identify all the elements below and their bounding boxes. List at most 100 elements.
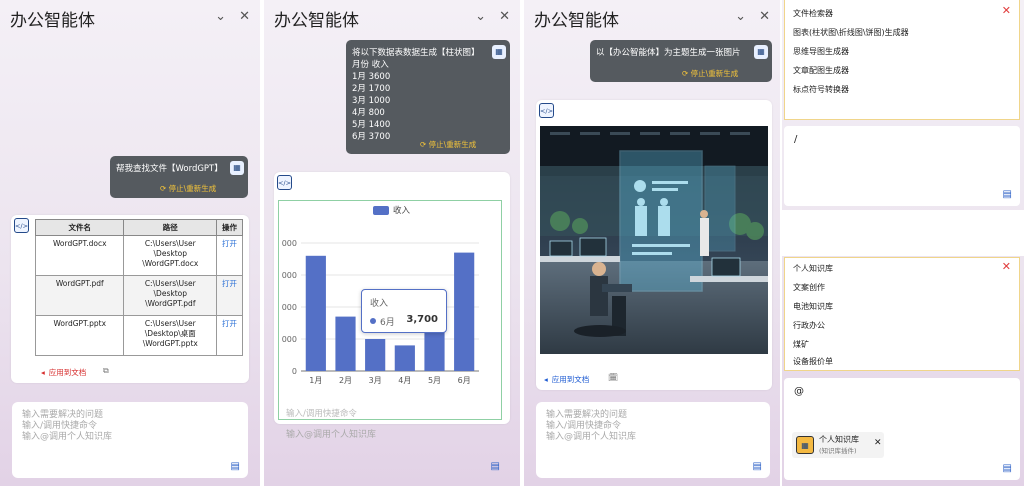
menu-item-file-search[interactable]: 文件检索器 [793,8,833,19]
bar[interactable] [454,252,475,371]
x-tick-label: 3月 [369,376,382,385]
table-header: 操作 [216,219,243,236]
tooltip-value: 3,700 [406,314,438,325]
stop-regenerate-button[interactable]: ⟳ 停止\重新生成 [160,183,216,195]
chevron-down-icon[interactable]: ⌄ [215,9,226,24]
panel-commands: ✕ 文件检索器 图表(柱状图\折线图\饼图)生成器 思维导图生成器 文章配图生成… [782,0,1024,486]
panel-chart: 办公智能体 ⌄ ✕ 将以下数据表数据生成【柱状图】 月份 收入 1月 3600 2月 … [264,0,520,486]
apply-to-document-button[interactable]: ◂ 应用到文档 [41,367,86,378]
chart: 收入 0 000 000 000 000 1月 2月 3月 4月 5月 6月 收入 6月 3,700 [278,200,502,420]
copy-icon[interactable]: 🗓 [608,373,618,382]
file-name: WordGPT.pdf [34,275,125,316]
quick-command-menu: ✕ 文件检索器 图表(柱状图\折线图\饼图)生成器 思维导图生成器 文章配图生成… [784,0,1020,120]
input-placeholder: 输入@调用个人知识库 [286,430,377,440]
menu-item-personal-kb[interactable]: 个人知识库 [793,263,833,274]
input-value: @ [794,386,804,397]
user-message: 帮我查找文件【WordGPT】 ▦ ⟳ 停止\重新生成 [110,156,248,198]
copy-icon[interactable]: ⧉ [103,366,109,376]
menu-item-coal-mine[interactable]: 煤矿 [793,339,809,350]
code-icon: </> [14,218,29,233]
file-name: WordGPT.pptx [34,315,125,356]
input-placeholder: 输入需要解决的问题 输入/调用快捷命令 输入@调用个人知识库 [546,410,637,442]
robot-icon: ▦ [492,45,506,59]
stop-regenerate-button[interactable]: ⟳ 停止\重新生成 [682,68,738,80]
chevron-down-icon[interactable]: ⌄ [475,9,486,24]
open-file-link[interactable]: 打开 [222,239,237,248]
close-icon[interactable]: ✕ [1002,4,1011,17]
knowledge-base-menu: ✕ 个人知识库 文案创作 电池知识库 行政办公 煤矿 设备报价单 [784,257,1020,371]
chat-input[interactable]: 输入@调用个人知识库 ▤ [276,402,508,478]
y-tick-label: 000 [282,335,297,344]
close-icon[interactable]: ✕ [1002,260,1011,273]
bar[interactable] [365,339,386,371]
bar[interactable] [335,316,356,371]
page-title: 办公智能体 [274,11,359,31]
x-tick-label: 1月 [309,376,322,385]
table-row: WordGPT.pptx C:\Users\User \Desktop\桌面 \Wo… [34,315,243,356]
user-message-text: 将以下数据表数据生成【柱状图】 月份 收入 1月 3600 2月 1700 3月 100… [352,48,480,142]
chart-card: </> 收入 0 000 000 000 000 1月 2月 3月 4月 5月 6月 收入 6月 3… [274,172,510,424]
close-icon[interactable]: ✕ [239,9,250,24]
menu-item-illustration-generator[interactable]: 文章配图生成器 [793,65,849,76]
code-icon: </> [277,175,292,190]
file-path: C:\Users\User \Desktop \WordGPT.docx [123,235,218,276]
code-icon: </> [539,103,554,118]
x-tick-label: 6月 [458,376,471,385]
open-file-link[interactable]: 打开 [222,319,237,328]
close-icon[interactable]: ✕ [499,9,510,24]
chevron-down-icon[interactable]: ⌄ [735,9,746,24]
menu-item-copywriting[interactable]: 文案创作 [793,282,825,293]
stop-regenerate-button[interactable]: ⟳ 停止\重新生成 [420,139,476,151]
user-message: 将以下数据表数据生成【柱状图】 月份 收入 1月 3600 2月 1700 3月 100… [346,40,510,154]
menu-item-equipment-quote[interactable]: 设备报价单 [793,356,833,367]
chip-title: 个人知识库 [819,435,859,444]
menu-item-chart-generator[interactable]: 图表(柱状图\折线图\饼图)生成器 [793,27,909,38]
remove-chip-icon[interactable]: ✕ [874,438,882,448]
table-header: 文件名 [34,219,125,236]
y-tick-label: 0 [292,367,297,376]
x-tick-label: 5月 [428,376,441,385]
robot-icon: ▦ [754,45,768,59]
image-card: </> ◂ 应用到文档 🗓 [536,100,772,390]
menu-item-punctuation-converter[interactable]: 标点符号转换器 [793,84,849,95]
open-file-link[interactable]: 打开 [222,279,237,288]
page-title: 办公智能体 [534,11,619,31]
table-row: WordGPT.pdf C:\Users\User \Desktop \WordGP… [34,275,243,316]
bar[interactable] [394,345,415,371]
send-icon[interactable]: ▤ [1003,463,1012,474]
send-icon[interactable]: ▤ [1003,189,1012,200]
robot-icon: ▦ [230,161,244,175]
spacer [782,210,1024,256]
kb-plugin-chip: ▦ 个人知识库 (知识库插件) ✕ [792,432,884,458]
file-name: WordGPT.docx [34,235,125,276]
at-kb-input[interactable]: @ ▦ 个人知识库 (知识库插件) ✕ ▤ [784,378,1020,480]
generated-office-image [540,126,768,354]
page-title: 办公智能体 [10,11,95,31]
chat-input[interactable]: 输入需要解决的问题 输入/调用快捷命令 输入@调用个人知识库 ▤ [536,402,770,478]
file-path: C:\Users\User \Desktop \WordGPT.pdf [123,275,218,316]
menu-item-battery-kb[interactable]: 电池知识库 [793,301,833,312]
chip-subtitle: (知识库插件) [819,447,857,455]
slash-command-input[interactable]: / ▤ [784,126,1020,206]
panel-file-search: 办公智能体 ⌄ ✕ 帮我查找文件【WordGPT】 ▦ ⟳ 停止\重新生成 </… [0,0,260,486]
chat-input[interactable]: 输入需要解决的问题 输入/调用快捷命令 输入@调用个人知识库 ▤ [12,402,248,478]
send-icon[interactable]: ▤ [231,461,240,472]
panel-header: 办公智能体 ⌄ ✕ [272,6,512,32]
table-row: WordGPT.docx C:\Users\User \Desktop \WordG… [34,235,243,276]
user-message-text: 以【办公智能体】为主题生成一张图片 [596,48,741,58]
file-path: C:\Users\User \Desktop\桌面 \WordGPT.pptx [123,315,218,356]
bar[interactable] [305,255,326,371]
result-card: </> 文件名 路径 操作 WordGPT.docx C:\Users\User… [11,215,249,383]
panel-image: 办公智能体 ⌄ ✕ 以【办公智能体】为主题生成一张图片 ▦ ⟳ 停止\重新生成 … [524,0,780,486]
table-header: 路径 [123,219,218,236]
menu-item-admin-office[interactable]: 行政办公 [793,320,825,331]
close-icon[interactable]: ✕ [759,9,770,24]
send-icon[interactable]: ▤ [491,461,500,472]
panel-header: 办公智能体 ⌄ ✕ [532,6,772,32]
chart-tooltip: 收入 6月 3,700 [361,289,447,333]
menu-item-mindmap-generator[interactable]: 思维导图生成器 [793,46,849,57]
send-icon[interactable]: ▤ [753,461,762,472]
apply-to-document-button[interactable]: ◂ 应用到文档 [544,374,589,385]
user-message: 以【办公智能体】为主题生成一张图片 ▦ ⟳ 停止\重新生成 [590,40,772,82]
app-root: 办公智能体 ⌄ ✕ 帮我查找文件【WordGPT】 ▦ ⟳ 停止\重新生成 </… [0,0,1024,486]
